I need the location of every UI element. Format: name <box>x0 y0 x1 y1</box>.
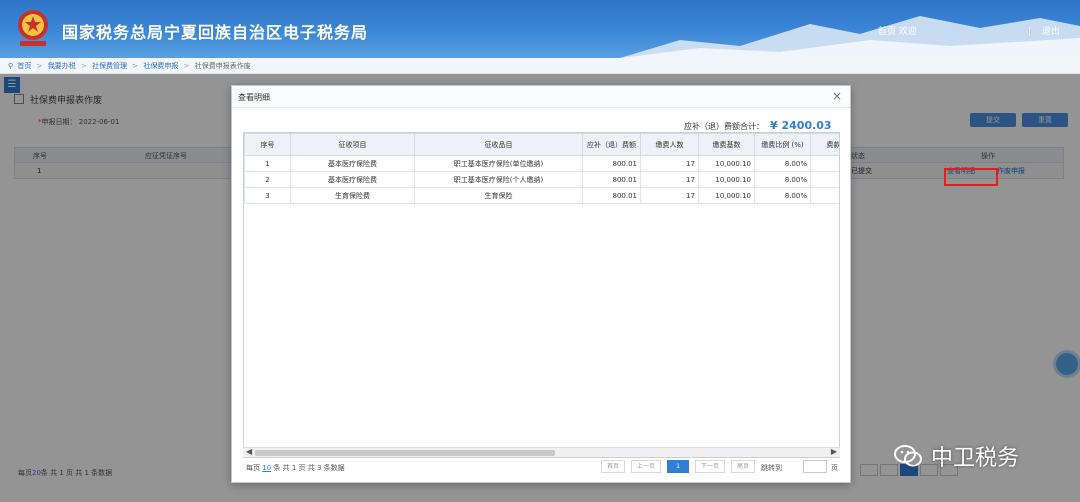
cell-headcount: 17 <box>640 155 699 172</box>
cell-item: 基本医疗保险费 <box>290 155 415 172</box>
horizontal-scrollbar[interactable]: ◀ ▶ <box>243 447 840 457</box>
chevron-right-icon: > <box>132 62 139 70</box>
breadcrumb-current: 社保费申报表作废 <box>194 62 251 70</box>
next-page-button[interactable]: 下一页 <box>695 460 725 473</box>
cell-base: 10,000.10 <box>698 171 755 188</box>
chevron-right-icon: > <box>36 62 43 70</box>
breadcrumb-item-declare[interactable]: 社保费申报 <box>143 62 178 70</box>
cell-headcount: 17 <box>640 171 699 188</box>
cell-rate: 8.00% <box>754 187 811 204</box>
location-pin-icon: ⚲ <box>8 62 14 70</box>
col-header[interactable]: 缴费比例 (%) <box>754 133 811 156</box>
first-page-button[interactable]: 首页 <box>601 460 625 473</box>
summary-label: 应补（退）费额合计： <box>684 122 764 131</box>
cell-item: 基本医疗保险费 <box>290 171 415 188</box>
user-greeting[interactable]: 首页 欢迎 <box>878 24 917 37</box>
chevron-right-icon: > <box>183 62 190 70</box>
pager-info: 每页 10 条 共 1 页 共 3 条数据 <box>246 463 345 473</box>
cell-base: 10,000.10 <box>698 187 755 204</box>
summary-amount: ¥ 2400.03 <box>770 119 832 132</box>
watermark: 中卫税务 <box>893 440 1019 472</box>
cell-fee: 20 <box>810 171 839 188</box>
breadcrumb-item-social[interactable]: 社保费管理 <box>92 62 127 70</box>
col-header[interactable]: 征收品目 <box>414 133 583 156</box>
scroll-right-icon[interactable]: ▶ <box>831 447 837 456</box>
breadcrumb: ⚲ 首页 > 我要办税 > 社保费管理 > 社保费申报 > 社保费申报表作废 <box>0 58 1080 74</box>
table-header-row: 序号 征收项目 征收品目 应补（退）费额 缴费人数 缴费基数 缴费比例 (%) … <box>244 133 839 156</box>
col-header[interactable]: 征收项目 <box>290 133 415 156</box>
site-title: 国家税务总局宁夏回族自治区电子税务局 <box>62 23 369 42</box>
jump-page-unit: 页 <box>831 464 838 472</box>
prev-page-button[interactable]: 上一页 <box>631 460 661 473</box>
cell-amount: 800.01 <box>582 187 641 204</box>
col-header[interactable]: 缴费基数 <box>698 133 755 156</box>
modal-title: 查看明细 <box>238 93 270 102</box>
table-row[interactable]: 3 生育保险费 生育保险 800.01 17 10,000.10 8.00% 2… <box>244 187 839 204</box>
jump-label: 跳转到 <box>761 464 782 472</box>
header-separator: | <box>1028 27 1032 37</box>
pager-info-suffix: 条 共 1 页 共 3 条数据 <box>273 464 345 472</box>
cell-fee: 20 <box>810 155 839 172</box>
cell-seq: 3 <box>244 187 291 204</box>
cell-category: 生育保险 <box>414 187 583 204</box>
jump-page-input[interactable] <box>803 460 827 473</box>
col-header[interactable]: 费款 <box>810 133 839 156</box>
tax-emblem-logo <box>18 10 48 46</box>
breadcrumb-item-tax[interactable]: 我要办税 <box>48 62 76 70</box>
wechat-icon <box>894 445 922 467</box>
cell-rate: 8.00% <box>754 171 811 188</box>
breadcrumb-item-home[interactable]: 首页 <box>17 62 31 70</box>
col-header[interactable]: 序号 <box>244 133 291 156</box>
col-header[interactable]: 应补（退）费额 <box>582 133 641 156</box>
cell-fee: 20 <box>810 187 839 204</box>
mountain-banner <box>620 16 1080 58</box>
modal-header: 查看明细 × <box>232 86 850 108</box>
last-page-button[interactable]: 尾页 <box>731 460 755 473</box>
detail-table: 序号 征收项目 征收品目 应补（退）费额 缴费人数 缴费基数 缴费比例 (%) … <box>243 132 840 458</box>
table-row[interactable]: 2 基本医疗保险费 职工基本医疗保险(个人缴纳) 800.01 17 10,00… <box>244 171 839 188</box>
close-icon[interactable]: × <box>832 89 842 103</box>
detail-modal: 查看明细 × 应补（退）费额合计： ¥ 2400.03 序号 征收项目 征收品目 … <box>231 85 851 483</box>
col-header[interactable]: 缴费人数 <box>640 133 699 156</box>
per-page-prefix: 每页 <box>246 464 260 472</box>
cell-amount: 800.01 <box>582 155 641 172</box>
top-header: 国家税务总局宁夏回族自治区电子税务局 首页 欢迎 | 退出 <box>0 0 1080 58</box>
cell-item: 生育保险费 <box>290 187 415 204</box>
cell-amount: 800.01 <box>582 171 641 188</box>
cell-category: 职工基本医疗保险(个人缴纳) <box>414 171 583 188</box>
cell-category: 职工基本医疗保险(单位缴纳) <box>414 155 583 172</box>
logout-link[interactable]: 退出 <box>1042 27 1060 37</box>
current-page-button[interactable]: 1 <box>667 460 689 473</box>
highlight-box <box>944 168 998 186</box>
watermark-text: 中卫税务 <box>931 446 1020 471</box>
chevron-right-icon: > <box>80 62 87 70</box>
scroll-left-icon[interactable]: ◀ <box>246 447 252 456</box>
total-summary: 应补（退）费额合计： ¥ 2400.03 <box>684 119 832 132</box>
cell-headcount: 17 <box>640 187 699 204</box>
per-page-select[interactable]: 10 <box>262 464 271 472</box>
cell-seq: 2 <box>244 171 291 188</box>
pagination: 每页 10 条 共 1 页 共 3 条数据 首页 上一页 1 下一页 尾页 跳转… <box>243 459 840 477</box>
scrollbar-thumb[interactable] <box>255 450 555 456</box>
cell-seq: 1 <box>244 155 291 172</box>
logout-area: | 退出 <box>1028 24 1060 37</box>
table-row[interactable]: 1 基本医疗保险费 职工基本医疗保险(单位缴纳) 800.01 17 10,00… <box>244 155 839 172</box>
cell-base: 10,000.10 <box>698 155 755 172</box>
cell-rate: 8.00% <box>754 155 811 172</box>
